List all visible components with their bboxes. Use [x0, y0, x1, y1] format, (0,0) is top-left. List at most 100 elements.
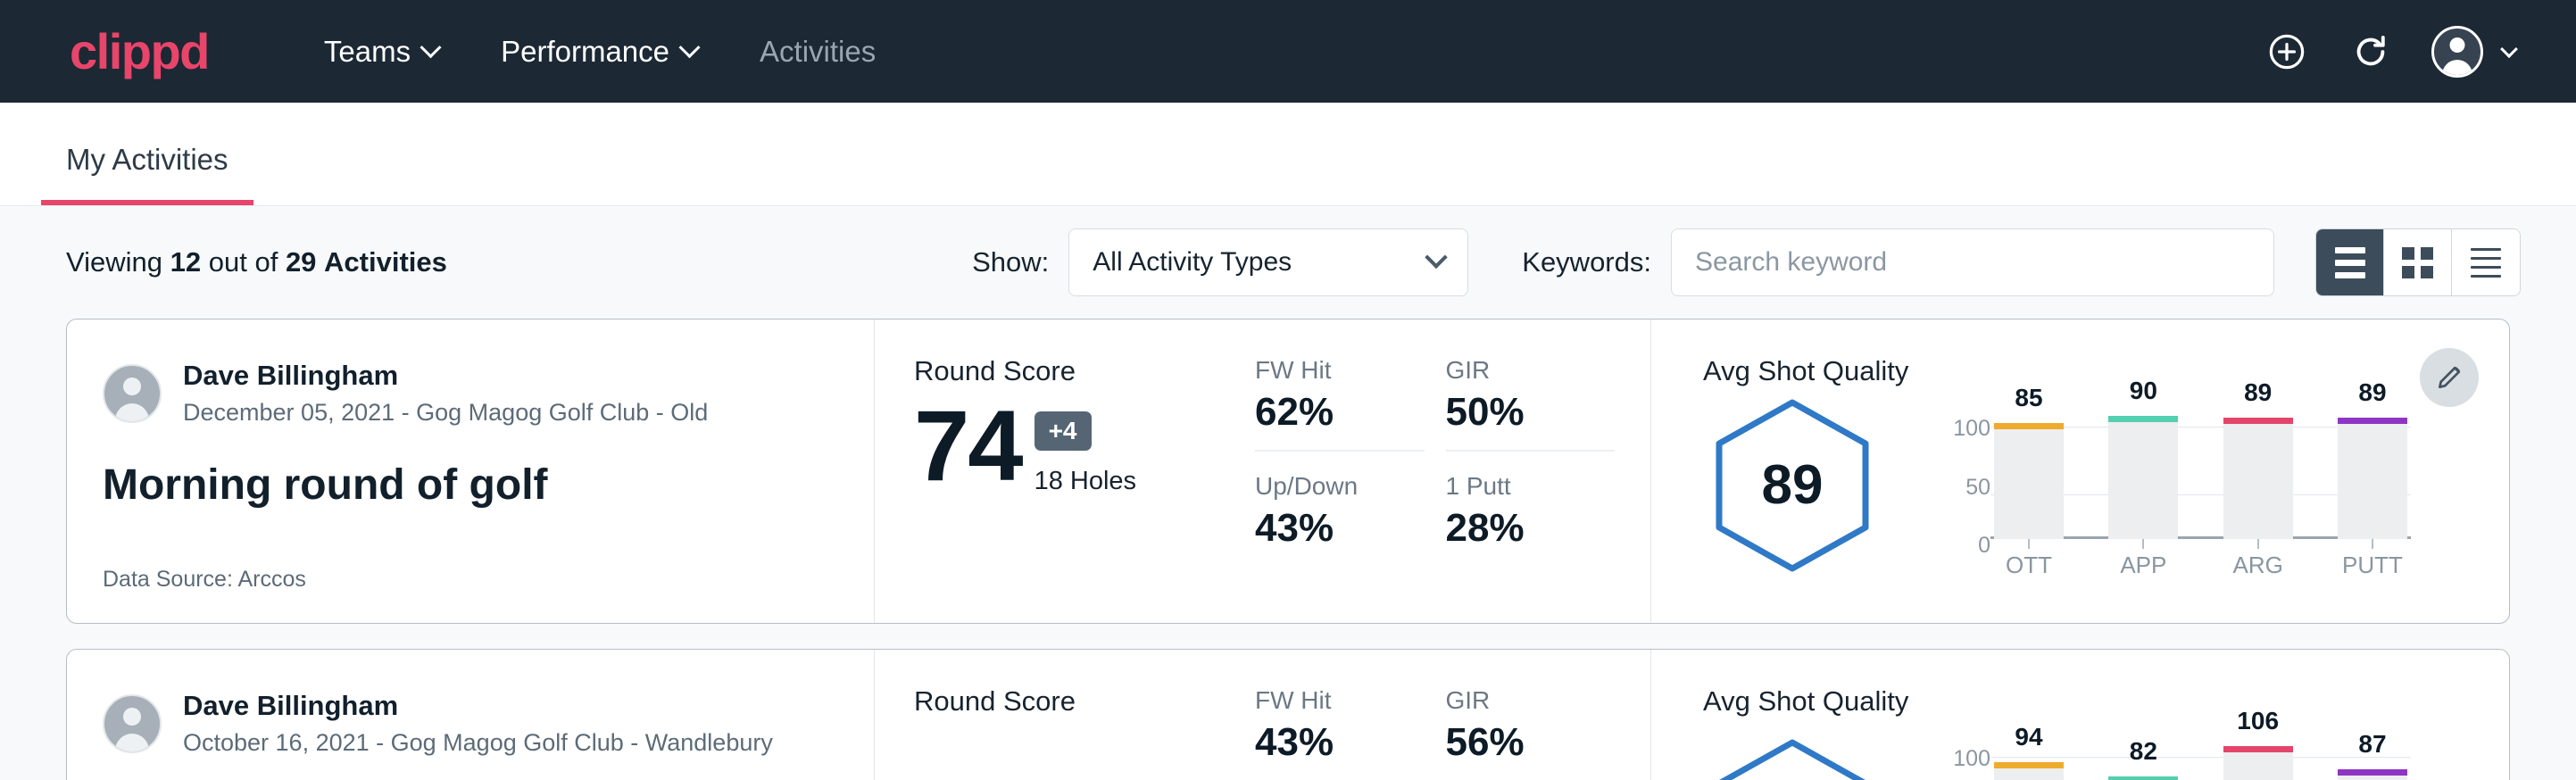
nav-item-teams[interactable]: Teams: [293, 35, 469, 69]
activity-meta: October 16, 2021 - Gog Magog Golf Club -…: [183, 727, 773, 759]
user-menu[interactable]: [2431, 26, 2515, 78]
player-name: Dave Billingham: [183, 359, 708, 394]
edit-activity-button[interactable]: [2420, 348, 2479, 407]
view-mode-list-button[interactable]: [2316, 229, 2384, 295]
bar-ott[interactable]: 94: [1994, 746, 2064, 780]
top-bar-actions: [2264, 26, 2515, 78]
bar-cap: [2108, 776, 2178, 780]
bar-value-label: 89: [2358, 378, 2386, 407]
x-label-arg: ARG: [2223, 552, 2293, 579]
tab-my-activities[interactable]: My Activities: [41, 143, 253, 205]
x-label-app: APP: [2108, 552, 2178, 579]
avatar-body: [115, 403, 149, 423]
round-score-value: 74: [914, 396, 1022, 496]
bar-value-label: 106: [2237, 707, 2279, 735]
tab-strip: My Activities: [0, 103, 2576, 206]
player-name: Dave Billingham: [183, 689, 773, 724]
stat-one-putt: 1 Putt 28%: [1446, 471, 1616, 550]
bar-ott[interactable]: 85: [1994, 416, 2064, 539]
viewing-middle: out of: [209, 246, 278, 278]
bar-app[interactable]: 90: [2108, 416, 2178, 539]
bar-cap: [1994, 423, 2064, 429]
bar-app[interactable]: 82: [2108, 746, 2178, 780]
nav-item-label: Teams: [324, 35, 411, 69]
show-label: Show:: [972, 246, 1049, 278]
activity-meta: December 05, 2021 - Gog Magog Golf Club …: [183, 397, 708, 428]
stat-up-down: Up/Down 43%: [1255, 471, 1425, 550]
view-mode-compact-button[interactable]: [2452, 229, 2520, 295]
activity-type-select[interactable]: All Activity Types: [1068, 228, 1468, 296]
add-button[interactable]: [2264, 29, 2310, 75]
nav-item-activities[interactable]: Activities: [728, 35, 907, 69]
stat-fw-hit: FW Hit 43%: [1255, 685, 1425, 764]
player-avatar: [103, 694, 162, 753]
shot-quality-chart: 100 50 0 94: [1932, 721, 2411, 780]
avatar-head: [123, 708, 141, 726]
round-score-row: 74 +4 18 Holes: [914, 396, 1232, 496]
chevron-down-icon: [2500, 40, 2518, 58]
x-label-putt: PUTT: [2338, 552, 2407, 579]
activity-title: Morning round of golf: [103, 462, 838, 510]
y-tick-100: 100: [1953, 746, 1990, 772]
score-to-par-badge: +4: [1035, 411, 1092, 451]
bar-rect: [1994, 762, 2064, 780]
activity-card[interactable]: Dave Billingham December 05, 2021 - Gog …: [66, 319, 2510, 624]
top-navigation-bar: clippd Teams Performance Activities: [0, 0, 2576, 103]
stat-value: 62%: [1255, 391, 1408, 434]
data-source-label: Data Source: Arccos: [103, 567, 838, 593]
bar-rect: [2223, 418, 2293, 539]
chart-y-axis: 100 50 0: [1932, 416, 1990, 559]
activity-card[interactable]: Dave Billingham October 16, 2021 - Gog M…: [66, 649, 2510, 780]
round-score-section: Round Score: [875, 650, 1232, 780]
view-mode-grid-button[interactable]: [2384, 229, 2452, 295]
round-stats-grid: FW Hit 43% GIR 56%: [1232, 650, 1651, 780]
round-score-label: Round Score: [914, 355, 1232, 387]
hexagon-shape: [1713, 736, 1872, 780]
stat-label: 1 Putt: [1446, 471, 1600, 502]
bar-rect: [2108, 776, 2178, 780]
viewing-prefix: Viewing: [66, 246, 162, 278]
filter-controls: Show: All Activity Types Keywords:: [972, 228, 2521, 296]
round-score-section: Round Score 74 +4 18 Holes: [875, 319, 1232, 623]
bar-rect: [2338, 769, 2407, 780]
y-tick-100: 100: [1953, 416, 1990, 442]
bar-arg[interactable]: 106: [2223, 746, 2293, 780]
bar-cap: [2223, 746, 2293, 752]
stat-label: FW Hit: [1255, 685, 1408, 716]
nav-item-label: Activities: [760, 35, 876, 69]
chart-y-axis: 100 50 0: [1932, 746, 1990, 780]
shot-quality-value: 89: [1762, 453, 1824, 517]
shot-quality-hexagon: [1703, 736, 1882, 780]
bar-cap: [2223, 418, 2293, 424]
stat-label: GIR: [1446, 355, 1600, 386]
y-tick-50: 50: [1965, 475, 1990, 501]
activity-identity: Dave Billingham December 05, 2021 - Gog …: [67, 319, 875, 623]
player-avatar: [103, 364, 162, 423]
bar-putt[interactable]: 89: [2338, 416, 2407, 539]
list-view-icon: [2335, 247, 2365, 278]
nav-item-performance[interactable]: Performance: [469, 35, 728, 69]
bar-putt[interactable]: 87: [2338, 746, 2407, 780]
activity-identity: Dave Billingham October 16, 2021 - Gog M…: [67, 650, 875, 780]
round-stats-grid: FW Hit 62% GIR 50% Up/Down 43% 1 Putt 28…: [1232, 319, 1651, 623]
chevron-down-icon: [420, 37, 442, 58]
chevron-down-icon: [1425, 246, 1448, 269]
avatar-body: [115, 734, 149, 753]
bar-cap: [1994, 762, 2064, 768]
bar-value-label: 89: [2244, 378, 2272, 407]
stat-fw-hit: FW Hit 62%: [1255, 355, 1425, 452]
refresh-button[interactable]: [2347, 29, 2394, 75]
search-input[interactable]: [1671, 228, 2274, 296]
bar-arg[interactable]: 89: [2223, 416, 2293, 539]
stat-value: 43%: [1255, 721, 1408, 764]
viewing-count: 12: [170, 246, 201, 278]
pencil-icon: [2435, 363, 2464, 392]
view-mode-toggle: [2315, 228, 2521, 296]
viewing-total: 29: [286, 246, 316, 278]
shot-quality-chart: 100 50 0 85: [1932, 391, 2411, 579]
chart-plot-area: 85 90: [1990, 416, 2411, 539]
chart-plot-area: 94 82: [1990, 746, 2411, 780]
clippd-logo[interactable]: clippd: [70, 27, 209, 77]
stat-value: 56%: [1446, 721, 1600, 764]
shot-quality-hexagon: 89: [1703, 396, 1882, 575]
